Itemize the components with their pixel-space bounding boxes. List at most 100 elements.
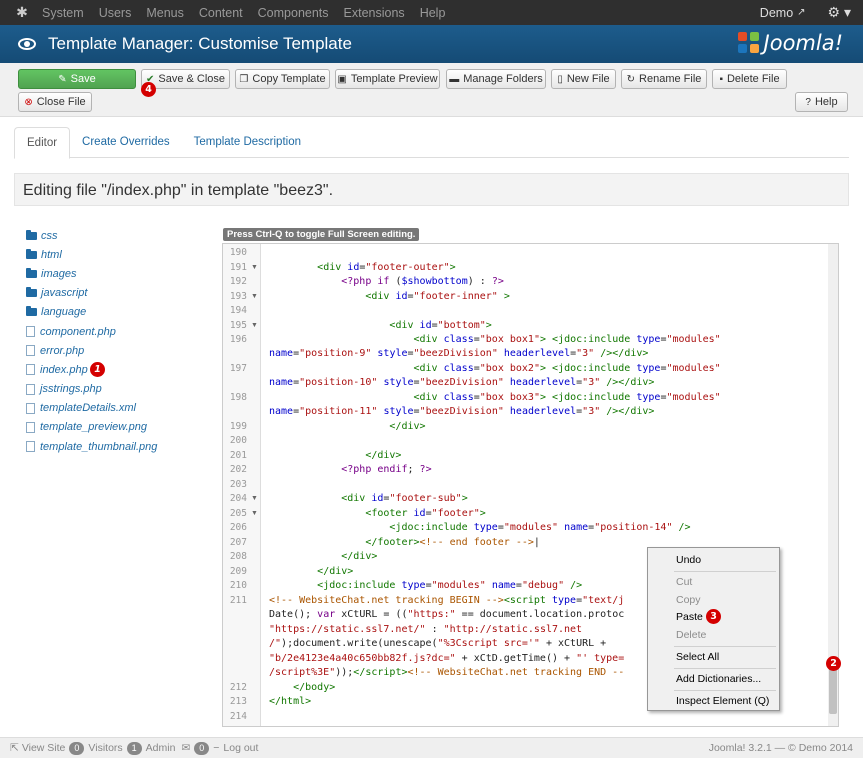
- code-line: <footer id="footer">: [365, 508, 486, 519]
- fold-arrow-icon[interactable]: ▼: [251, 322, 258, 329]
- code-line: <jdoc:include type="modules" name="debug…: [317, 580, 583, 591]
- visitors-count-badge: 0: [69, 741, 85, 755]
- fold-arrow-icon[interactable]: ▼: [251, 293, 258, 300]
- folder-item[interactable]: images: [26, 264, 157, 283]
- file-icon: [26, 421, 35, 433]
- file-item[interactable]: template_preview.png: [26, 418, 157, 437]
- file-icon: [26, 402, 35, 414]
- tab-editor[interactable]: Editor: [14, 127, 71, 159]
- save-button[interactable]: ✎ Save: [18, 69, 136, 89]
- delete-file-button[interactable]: ▪ Delete File: [712, 69, 787, 89]
- logout-icon: −: [213, 742, 220, 754]
- fold-arrow-icon[interactable]: ▼: [251, 510, 258, 517]
- code-line: Date(); var xCtURL = (("https:" == docum…: [269, 609, 625, 620]
- editor-scrollbar[interactable]: [828, 244, 838, 726]
- menu-undo[interactable]: Undo: [676, 554, 701, 566]
- user-link[interactable]: Demo: [760, 6, 793, 20]
- copy-template-button[interactable]: ❐ Copy Template: [235, 69, 330, 89]
- code-line: <div id="bottom">: [389, 320, 492, 331]
- line-number: 194: [229, 305, 247, 316]
- menu-delete[interactable]: Delete: [676, 629, 706, 641]
- gear-icon[interactable]: ⚙ ▾: [828, 4, 851, 21]
- copy-icon: ❐: [239, 73, 249, 85]
- file-item-active[interactable]: index.php 1: [26, 360, 157, 379]
- visitors-label[interactable]: Visitors: [88, 742, 122, 754]
- folder-icon: [26, 229, 37, 240]
- menu-add-dictionaries[interactable]: Add Dictionaries...: [676, 673, 761, 685]
- tab-template-description[interactable]: Template Description: [182, 127, 313, 158]
- menu-cut[interactable]: Cut: [676, 576, 692, 588]
- code-line: <?php endif; ?>: [341, 464, 432, 475]
- menu-paste[interactable]: Paste: [676, 611, 703, 623]
- line-number: 200: [229, 435, 247, 446]
- file-item[interactable]: jsstrings.php: [26, 380, 157, 399]
- line-number: 197: [229, 363, 247, 374]
- scrollbar-thumb[interactable]: [829, 664, 837, 714]
- joomla-logo-icon: [737, 32, 760, 54]
- fold-arrow-icon[interactable]: ▼: [251, 495, 258, 502]
- mail-icon[interactable]: ✉: [181, 742, 190, 754]
- file-tree: css html images javascript language comp…: [26, 226, 157, 456]
- menu-inspect-element[interactable]: Inspect Element (Q): [676, 695, 769, 707]
- line-number: 193: [229, 291, 247, 302]
- menu-separator: [674, 690, 776, 691]
- question-icon: ?: [805, 96, 811, 108]
- eye-icon: [18, 38, 36, 50]
- code-line: "https://static.ssl7.net/" : "http://sta…: [269, 624, 583, 635]
- logout-link[interactable]: Log out: [223, 742, 258, 754]
- tab-bar: Editor Create Overrides Template Descrip…: [14, 127, 849, 159]
- line-number: 201: [229, 450, 247, 461]
- fold-arrow-icon[interactable]: ▼: [251, 264, 258, 271]
- file-icon: [26, 383, 35, 395]
- rename-file-button[interactable]: ↻ Rename File: [621, 69, 707, 89]
- file-item[interactable]: templateDetails.xml: [26, 399, 157, 418]
- menu-copy[interactable]: Copy: [676, 594, 701, 606]
- version-text: Joomla! 3.2.1 — © Demo 2014: [708, 742, 853, 754]
- external-link-icon: ↗: [797, 7, 806, 18]
- menu-select-all[interactable]: Select All: [676, 651, 719, 663]
- file-icon: [26, 364, 35, 376]
- line-number: 209: [229, 566, 247, 577]
- code-line: <div id="footer-sub">: [341, 493, 468, 504]
- menu-help[interactable]: Help: [420, 6, 446, 20]
- line-number: 195: [229, 320, 247, 331]
- admin-label[interactable]: Admin: [146, 742, 176, 754]
- code-line: name="position-9" style="beezDivision" h…: [269, 348, 649, 359]
- new-file-button[interactable]: ▯ New File: [551, 69, 616, 89]
- folder-item[interactable]: javascript: [26, 284, 157, 303]
- file-item[interactable]: template_thumbnail.png: [26, 437, 157, 456]
- menu-system[interactable]: System: [42, 6, 84, 20]
- view-site-link[interactable]: View Site: [22, 742, 66, 754]
- menu-extensions[interactable]: Extensions: [344, 6, 405, 20]
- menu-content[interactable]: Content: [199, 6, 243, 20]
- joomla-menu-icon[interactable]: ✱: [10, 0, 34, 25]
- menu-components[interactable]: Components: [258, 6, 329, 20]
- delete-icon: ▪: [719, 73, 723, 85]
- code-line: </footer><!-- end footer -->|: [365, 537, 540, 548]
- line-number: 214: [229, 711, 247, 722]
- admin-count-badge: 1: [126, 741, 142, 755]
- file-item[interactable]: component.php: [26, 322, 157, 341]
- file-item[interactable]: error.php: [26, 341, 157, 360]
- tab-create-overrides[interactable]: Create Overrides: [70, 127, 182, 158]
- line-number: 191: [229, 262, 247, 273]
- file-icon: ▯: [557, 73, 563, 85]
- close-file-button[interactable]: ⊗ Close File: [18, 92, 92, 112]
- manage-folders-button[interactable]: ▬ Manage Folders: [446, 69, 546, 89]
- code-line: </div>: [341, 551, 378, 562]
- folder-item[interactable]: html: [26, 245, 157, 264]
- top-navbar: ✱ System Users Menus Content Components …: [0, 0, 863, 25]
- toolbar: ✎ Save ✔ Save & Close ❐ Copy Template ▣ Temp…: [0, 63, 863, 117]
- folder-icon: [26, 306, 37, 317]
- menu-menus[interactable]: Menus: [146, 6, 184, 20]
- help-button[interactable]: ? Help: [795, 92, 848, 112]
- menu-separator: [674, 571, 776, 572]
- picture-icon: ▣: [337, 73, 347, 85]
- status-bar: ⇱ View Site 0 Visitors 1 Admin ✉ 0 − Log…: [0, 737, 863, 758]
- code-line: <div class="box box2"> <jdoc:include typ…: [413, 363, 721, 374]
- template-preview-button[interactable]: ▣ Template Preview: [335, 69, 440, 89]
- menu-users[interactable]: Users: [99, 6, 132, 20]
- folder-item[interactable]: css: [26, 226, 157, 245]
- code-line: <?php if ($showbottom) : ?>: [341, 276, 504, 287]
- folder-item[interactable]: language: [26, 303, 157, 322]
